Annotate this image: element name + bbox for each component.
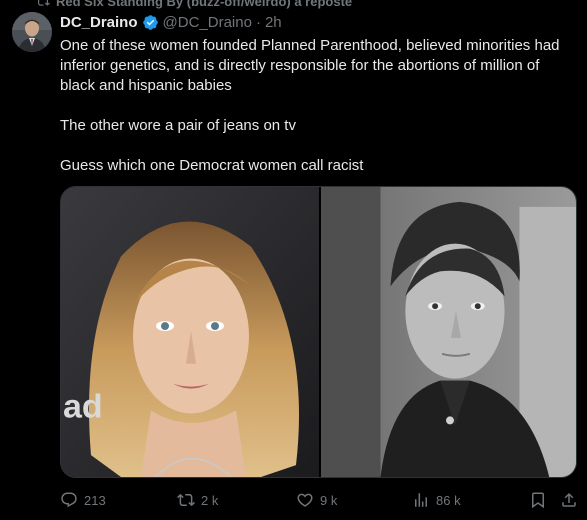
separator-dot: · xyxy=(255,13,261,31)
verified-badge-icon xyxy=(142,14,158,30)
repost-context[interactable]: Red Six Standing By (buzz-off/weirdo) a … xyxy=(36,0,352,10)
repost-context-text: Red Six Standing By (buzz-off/weirdo) a … xyxy=(56,0,353,9)
tweet-header: DC_Draino @DC_Draino · 2h xyxy=(60,12,282,32)
views-icon xyxy=(415,493,427,507)
media-photo-right[interactable] xyxy=(321,187,576,477)
media-photo-left[interactable]: ad xyxy=(61,187,319,477)
repost-count: 2 k xyxy=(201,492,219,508)
avatar[interactable] xyxy=(12,12,52,52)
tweet-actions: 213 2 k 9 k 86 k xyxy=(60,488,580,512)
tweet-paragraph-1: One of these women founded Planned Paren… xyxy=(60,37,560,94)
repost-icon xyxy=(177,493,195,507)
repost-button[interactable]: 2 k xyxy=(177,488,218,512)
like-button[interactable]: 9 k xyxy=(296,488,337,512)
author-handle[interactable]: @DC_Draino xyxy=(163,14,252,31)
tweet-media: ad xyxy=(60,186,577,478)
reply-button[interactable]: 213 xyxy=(60,488,106,512)
share-button[interactable] xyxy=(560,488,578,512)
views-button[interactable]: 86 k xyxy=(412,488,461,512)
bookmark-icon xyxy=(532,492,544,509)
author-name[interactable]: DC_Draino xyxy=(60,14,138,31)
tweet-text: One of these women founded Planned Paren… xyxy=(60,36,575,176)
views-count: 86 k xyxy=(436,492,461,508)
reply-count: 213 xyxy=(84,492,106,508)
heart-icon xyxy=(297,493,313,507)
reply-icon xyxy=(61,492,77,508)
media-overlay-text: ad xyxy=(63,388,103,426)
bookmark-button[interactable] xyxy=(529,488,547,512)
tweet-paragraph-2: The other wore a pair of jeans on tv xyxy=(60,117,296,134)
tweet-timestamp[interactable]: 2h xyxy=(265,14,282,31)
tweet-paragraph-3: Guess which one Democrat women call raci… xyxy=(60,157,364,174)
like-count: 9 k xyxy=(320,492,338,508)
repost-icon xyxy=(38,0,50,6)
share-icon xyxy=(562,492,576,507)
